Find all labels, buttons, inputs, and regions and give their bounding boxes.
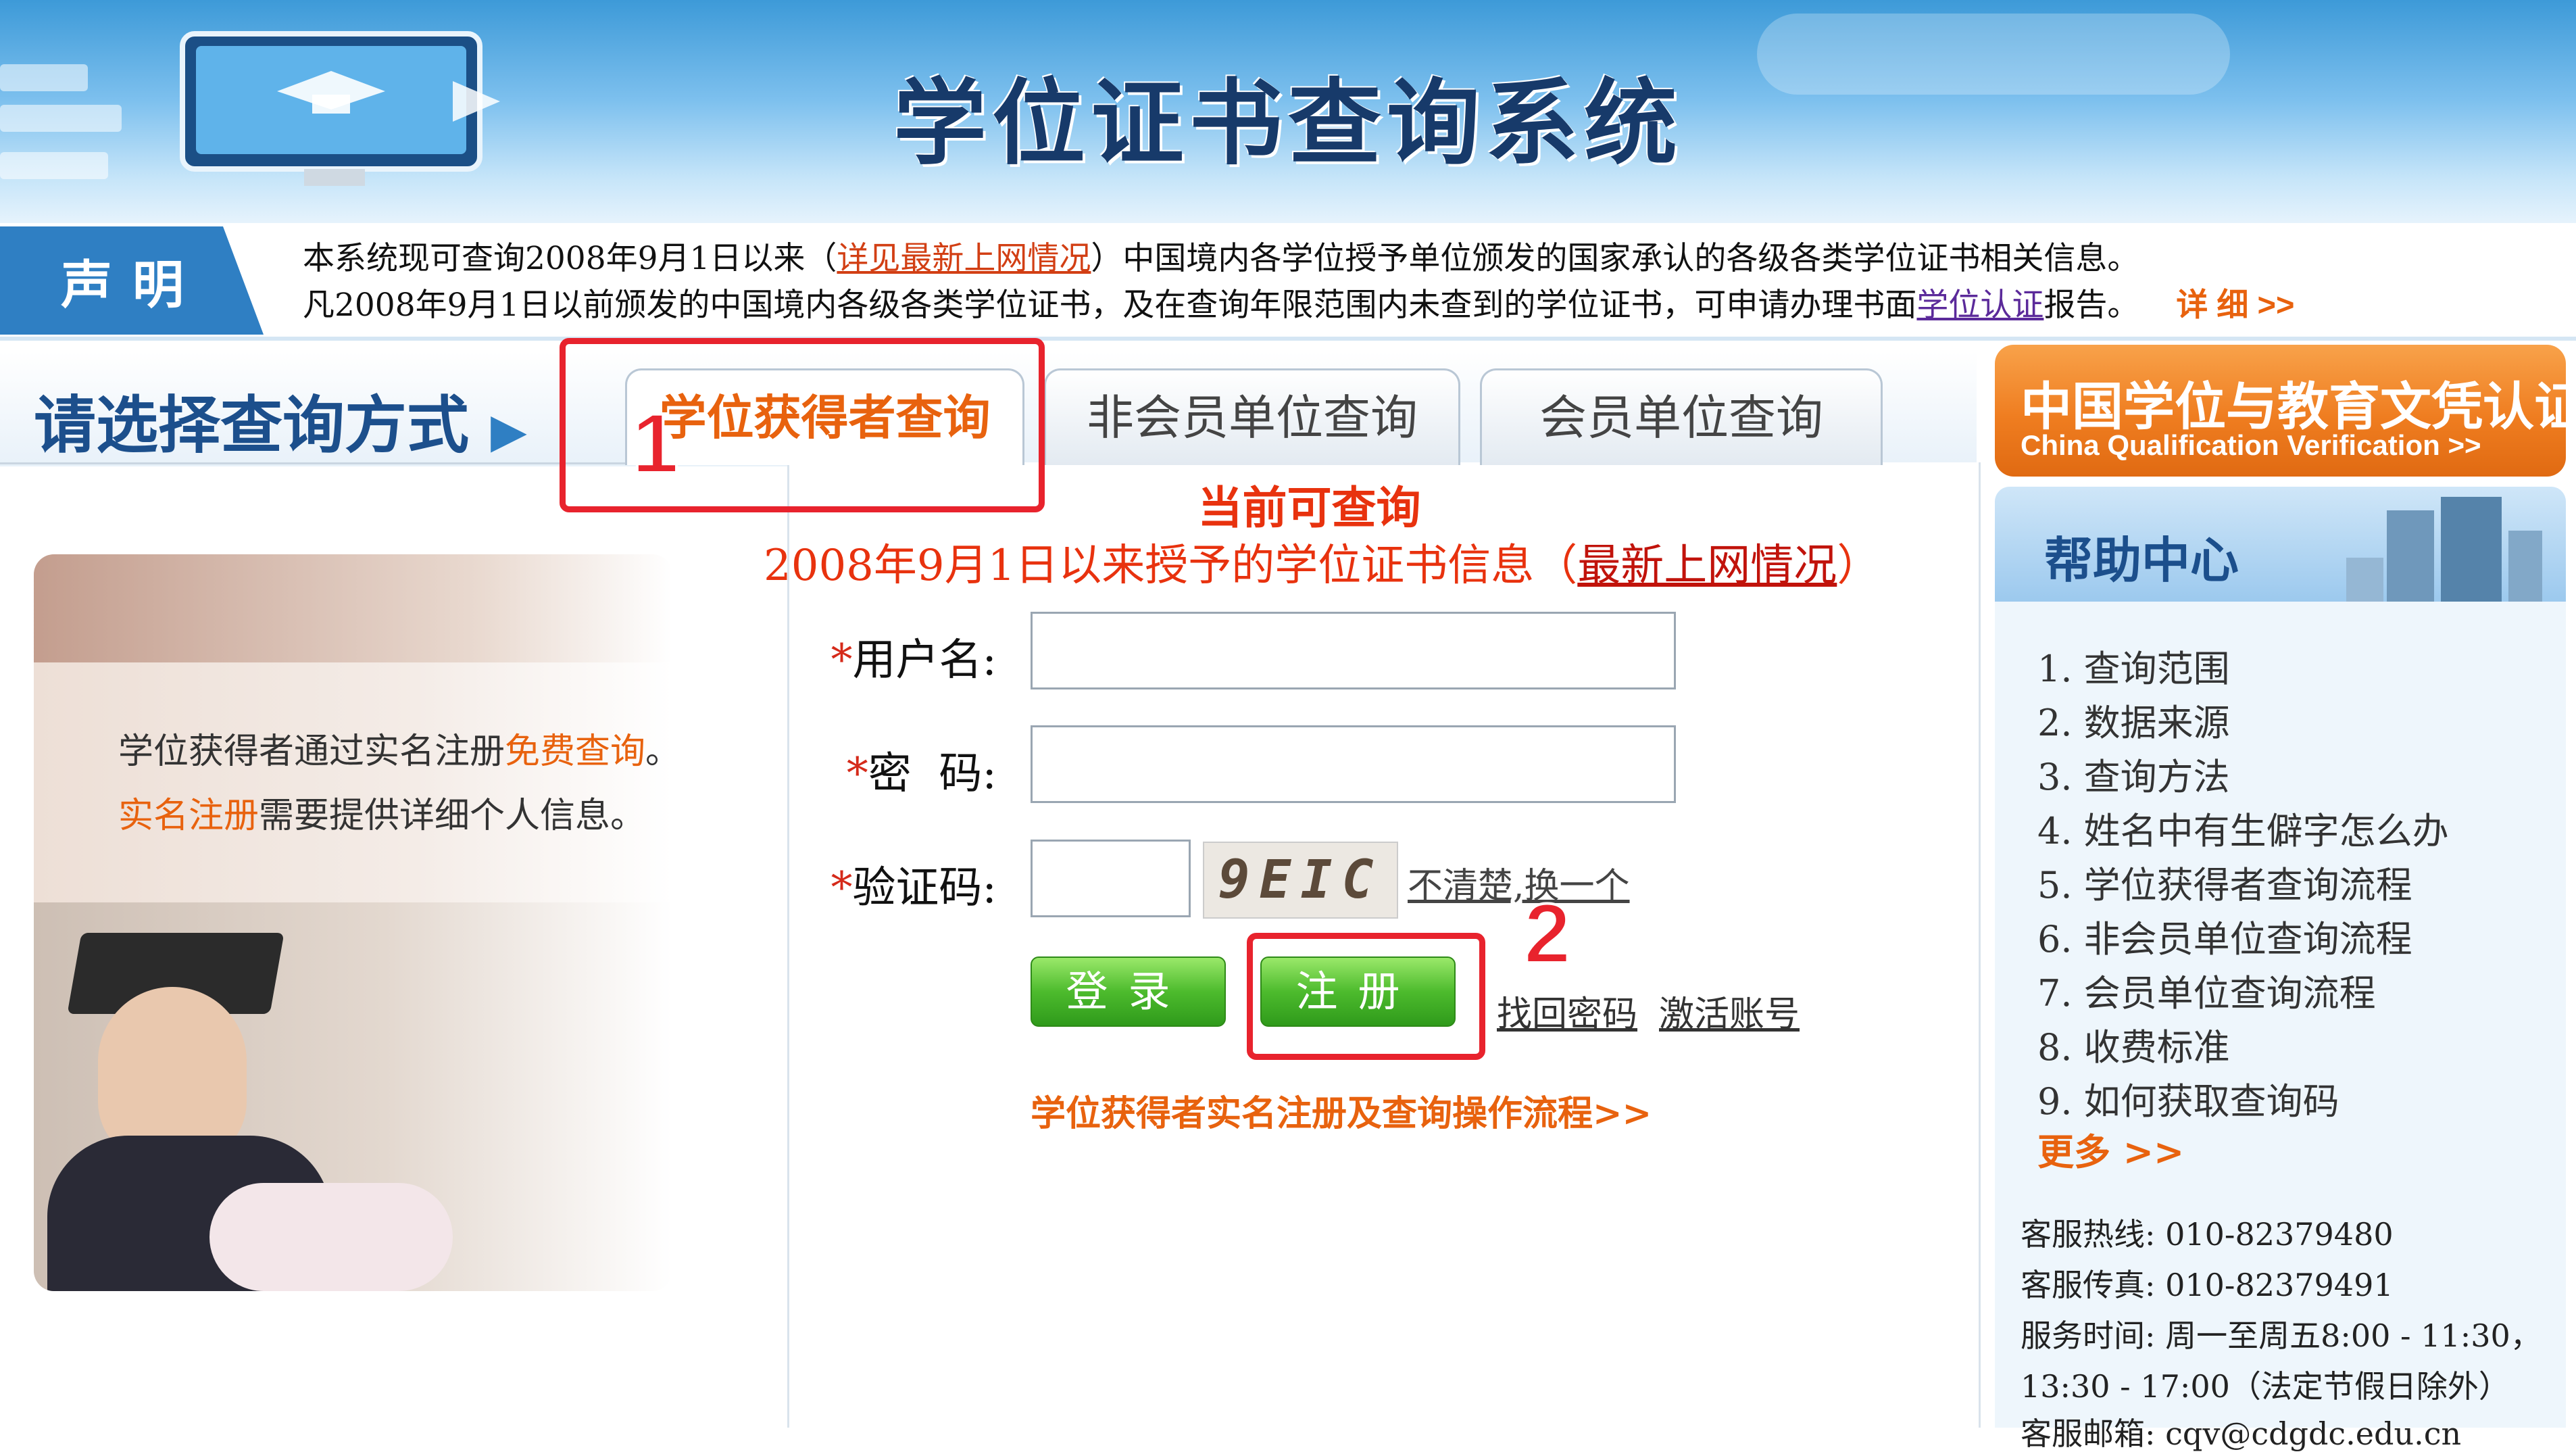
- help-item-query-scope[interactable]: 1. 查询范围: [2037, 639, 2230, 692]
- degree-verification-link[interactable]: 学位认证: [1916, 287, 2044, 324]
- latest-online-link[interactable]: 详见最新上网情况: [837, 240, 1091, 277]
- help-item-query-code[interactable]: 9. 如何获取查询码: [2037, 1071, 2339, 1125]
- left-card-line-1: 学位获得者通过实名注册免费查询。: [118, 720, 680, 784]
- help-item-non-member-flow[interactable]: 6. 非会员单位查询流程: [2037, 909, 2412, 963]
- notice-text: 本系统现可查询2008年9月1日以来（: [303, 240, 837, 277]
- cqv-title: 中国学位与教育文凭认证: [2021, 377, 2576, 437]
- password-label: *密 码:: [767, 739, 997, 801]
- required-mark: *: [831, 635, 853, 685]
- select-method-label: 请选择查询方式: [34, 389, 470, 462]
- hotline-text: 客服热线: 010-82379480: [2021, 1216, 2394, 1253]
- email-text: 客服邮箱: cqv@cdgdc.edu.cn: [2021, 1415, 2462, 1452]
- select-method-heading: 请选择查询方式 ▶: [34, 375, 527, 465]
- service-hours-text: 服务时间: 周一至周五8:00 - 11:30，: [2021, 1317, 2542, 1354]
- building-photo: [34, 554, 672, 662]
- left-card-text-part: 学位获得者通过实名注册: [118, 731, 505, 772]
- login-button[interactable]: 登录: [1031, 956, 1226, 1027]
- help-item-holder-flow[interactable]: 5. 学位获得者查询流程: [2037, 855, 2412, 908]
- help-item-member-flow[interactable]: 7. 会员单位查询流程: [2037, 963, 2376, 1017]
- help-item-rare-characters[interactable]: 4. 姓名中有生僻字怎么办: [2037, 801, 2449, 854]
- username-label: *用户名:: [767, 625, 997, 687]
- notice-tab-label: 声明: [61, 255, 204, 315]
- notice-text: ）中国境内各学位授予单位颁发的国家承认的各级各类学位证书相关信息。: [1091, 240, 2139, 277]
- fax-text: 客服传真: 010-82379491: [2021, 1267, 2394, 1303]
- password-input[interactable]: [1031, 725, 1676, 803]
- site-title: 学位证书查询系统: [893, 68, 1683, 178]
- left-card-text-part: 需要提供详细个人信息。: [259, 796, 646, 836]
- graduate-photo-card: [34, 554, 672, 1291]
- captcha-input[interactable]: [1031, 840, 1191, 917]
- flower-bouquet: [209, 1183, 453, 1291]
- activate-account-link[interactable]: 激活账号: [1659, 986, 1800, 1036]
- cqv-subtitle: China Qualification Verification >>: [2021, 429, 2481, 461]
- captcha-label: *验证码:: [767, 853, 997, 915]
- annotation-marker-1: 1: [630, 395, 680, 492]
- username-label-text: 用户名:: [852, 635, 997, 685]
- divider: [0, 337, 2576, 341]
- triangle-right-icon: ▶: [491, 402, 527, 458]
- help-item-fees[interactable]: 8. 收费标准: [2037, 1017, 2230, 1071]
- free-query-link[interactable]: 免费查询: [505, 731, 645, 772]
- required-mark: *: [831, 863, 853, 913]
- captcha-label-text: 验证码:: [852, 863, 997, 913]
- left-card-text-part: 。: [645, 731, 681, 772]
- query-scope-line: 2008年9月1日以来授予的学位证书信息（最新上网情况）: [764, 531, 1880, 593]
- latest-online-link-2[interactable]: 最新上网情况: [1577, 541, 1837, 591]
- help-more-link[interactable]: 更多 >>: [2037, 1122, 2184, 1176]
- real-name-register-link[interactable]: 实名注册: [118, 796, 259, 836]
- query-scope-text: 2008年9月1日以来授予的学位证书信息（: [764, 541, 1578, 591]
- highlight-box-2: [1247, 933, 1485, 1060]
- tab-non-member-query[interactable]: 非会员单位查询: [1044, 368, 1460, 465]
- forgot-password-link[interactable]: 找回密码: [1497, 986, 1637, 1036]
- help-item-query-method[interactable]: 3. 查询方法: [2037, 747, 2230, 800]
- annotation-marker-2: 2: [1522, 886, 1572, 982]
- required-mark: *: [846, 749, 868, 799]
- service-hours-text-2: 13:30 - 17:00（法定节假日除外）: [2021, 1368, 2510, 1405]
- password-label-text: 密 码:: [868, 749, 997, 799]
- building-icon: [2346, 497, 2542, 602]
- captcha-refresh-link[interactable]: 不清楚,换一个: [1408, 857, 1630, 908]
- notice-text: 报告。: [2044, 287, 2139, 324]
- username-input[interactable]: [1031, 612, 1676, 689]
- left-card-line-2: 实名注册需要提供详细个人信息。: [118, 784, 680, 848]
- help-center-title: 帮助中心: [2044, 531, 2239, 589]
- captcha-image: 9EIC: [1203, 842, 1398, 919]
- notice-line-2: 凡2008年9月1日以前颁发的中国境内各级各类学位证书，及在查询年限范围内未查到…: [303, 278, 2294, 325]
- left-card-text: 学位获得者通过实名注册免费查询。 实名注册需要提供详细个人信息。: [118, 720, 680, 848]
- notice-line-1: 本系统现可查询2008年9月1日以来（详见最新上网情况）中国境内各学位授予单位颁…: [303, 232, 2139, 278]
- help-item-data-source[interactable]: 2. 数据来源: [2037, 693, 2230, 746]
- details-link[interactable]: 详 细 >>: [2176, 287, 2294, 322]
- notice-text: 凡2008年9月1日以前颁发的中国境内各级各类学位证书，及在查询年限范围内未查到…: [303, 287, 1917, 324]
- operation-flow-link[interactable]: 学位获得者实名注册及查询操作流程>>: [1031, 1085, 1652, 1136]
- query-scope-text: ）: [1837, 541, 1881, 591]
- tab-member-query[interactable]: 会员单位查询: [1480, 368, 1883, 465]
